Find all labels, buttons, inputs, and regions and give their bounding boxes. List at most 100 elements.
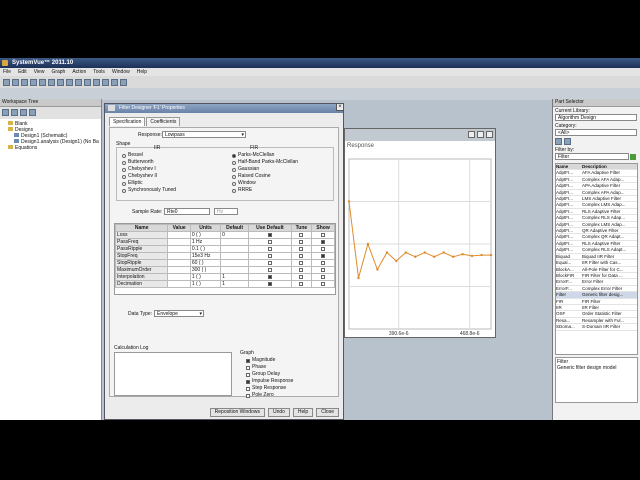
use-checkbox[interactable]: [267, 260, 272, 265]
show-checkbox[interactable]: [321, 232, 326, 237]
data-type-select[interactable]: Envelope ▾: [154, 310, 204, 317]
menu-item-help[interactable]: Help: [137, 68, 147, 76]
radio-button[interactable]: [122, 153, 126, 158]
graph-option[interactable]: Step Response: [246, 385, 293, 392]
save-icon[interactable]: [21, 78, 28, 86]
menu-item-view[interactable]: View: [34, 68, 45, 76]
tab-specification[interactable]: Specification: [109, 117, 146, 126]
delete-icon[interactable]: [20, 109, 27, 116]
use-checkbox[interactable]: [267, 281, 272, 286]
radio-option[interactable]: Chebyshev II: [122, 173, 176, 180]
tune-checkbox[interactable]: [299, 281, 304, 286]
library-row[interactable]: SDoma... S-Domain IIR Filter: [556, 324, 637, 331]
use-checkbox[interactable]: [267, 239, 272, 244]
menu-item-tools[interactable]: Tools: [93, 68, 105, 76]
use-checkbox[interactable]: [267, 232, 272, 237]
run-icon[interactable]: [102, 78, 109, 86]
tune-checkbox[interactable]: [299, 239, 304, 244]
show-checkbox[interactable]: [321, 274, 326, 279]
folder-icon[interactable]: [11, 109, 18, 116]
cut-icon[interactable]: [39, 78, 46, 86]
radio-option[interactable]: RRRE: [232, 187, 298, 194]
show-checkbox[interactable]: [321, 281, 326, 286]
grid-icon[interactable]: [93, 78, 100, 86]
graph-checkbox[interactable]: [246, 358, 250, 363]
graph-option[interactable]: Phase: [246, 364, 293, 371]
properties-icon[interactable]: [29, 109, 36, 116]
radio-button[interactable]: [122, 181, 126, 186]
show-checkbox[interactable]: [321, 267, 326, 272]
radio-button[interactable]: [122, 160, 126, 165]
paste-icon[interactable]: [57, 78, 64, 86]
filter-input[interactable]: Filter: [555, 153, 629, 160]
use-checkbox[interactable]: [267, 246, 272, 251]
radio-button[interactable]: [232, 160, 236, 165]
tune-checkbox[interactable]: [299, 260, 304, 265]
tune-checkbox[interactable]: [299, 267, 304, 272]
radio-button[interactable]: [232, 174, 236, 179]
minimize-icon[interactable]: [468, 131, 475, 138]
value-cell[interactable]: [167, 238, 191, 246]
radio-option[interactable]: Chebyshev I: [122, 166, 176, 173]
radio-option[interactable]: Synchronously Tuned: [122, 187, 176, 194]
table-row[interactable]: PassFreq 1 Hz: [115, 238, 335, 246]
redo-icon[interactable]: [75, 78, 82, 86]
value-cell[interactable]: [167, 280, 191, 288]
radio-option[interactable]: Parks-McClellan: [232, 152, 298, 159]
value-cell[interactable]: [167, 252, 191, 260]
tune-checkbox[interactable]: [299, 274, 304, 279]
current-library-select[interactable]: Algorithm Design: [555, 114, 637, 121]
radio-option[interactable]: Window: [232, 180, 298, 187]
filter-apply-icon[interactable]: [630, 153, 637, 160]
copy-icon[interactable]: [48, 78, 55, 86]
use-checkbox[interactable]: [267, 274, 272, 279]
table-icon[interactable]: [84, 78, 91, 86]
graph-checkbox[interactable]: [246, 393, 250, 398]
radio-option[interactable]: Half-Band Parks-McClellan: [232, 159, 298, 166]
library-edit-icon[interactable]: [564, 138, 571, 145]
use-checkbox[interactable]: [267, 267, 272, 272]
tab-coefficients[interactable]: Coefficients: [146, 117, 181, 126]
menu-item-edit[interactable]: Edit: [18, 68, 27, 76]
graph-option[interactable]: Pole Zero: [246, 392, 293, 399]
show-checkbox[interactable]: [321, 246, 326, 251]
undo-icon[interactable]: [66, 78, 73, 86]
tree-item[interactable]: Equations: [2, 145, 99, 151]
graph-option[interactable]: Magnitude: [246, 357, 293, 364]
maximize-icon[interactable]: [477, 131, 484, 138]
reposition-windows-button[interactable]: Reposition Windows: [209, 408, 265, 417]
tune-checkbox[interactable]: [299, 232, 304, 237]
radio-button[interactable]: [122, 174, 126, 179]
use-checkbox[interactable]: [267, 253, 272, 258]
graph-checkbox[interactable]: [246, 379, 250, 384]
value-cell[interactable]: [167, 231, 191, 239]
tune-checkbox[interactable]: [299, 246, 304, 251]
radio-option[interactable]: Elliptic: [122, 180, 176, 187]
undo-button[interactable]: Undo: [267, 408, 290, 417]
new-icon[interactable]: [3, 78, 10, 86]
close-icon[interactable]: [486, 131, 493, 138]
tune-checkbox[interactable]: [299, 253, 304, 258]
table-row[interactable]: Loss 0 ( ) 0: [115, 231, 335, 239]
table-row[interactable]: PassRipple 0.1 ( ): [115, 245, 335, 253]
menu-item-graph[interactable]: Graph: [51, 68, 65, 76]
tune-icon[interactable]: [120, 78, 127, 86]
category-select[interactable]: <All>: [555, 129, 637, 136]
radio-button[interactable]: [232, 167, 236, 172]
radio-button[interactable]: [232, 188, 236, 193]
graph-checkbox[interactable]: [246, 365, 250, 370]
help-button[interactable]: Help: [292, 408, 314, 417]
response-select[interactable]: Lowpass ▾: [162, 131, 246, 138]
radio-button[interactable]: [122, 188, 126, 193]
open-icon[interactable]: [12, 78, 19, 86]
radio-option[interactable]: Raised Cosine: [232, 173, 298, 180]
table-row[interactable]: Interpolation 1 ( ) 1: [115, 273, 335, 281]
graph-checkbox[interactable]: [246, 372, 250, 377]
radio-option[interactable]: Gaussian: [232, 166, 298, 173]
library-add-icon[interactable]: [555, 138, 562, 145]
radio-button[interactable]: [232, 181, 236, 186]
show-checkbox[interactable]: [321, 253, 326, 258]
value-cell[interactable]: [167, 245, 191, 253]
table-row[interactable]: Decimation 1 ( ) 1: [115, 280, 335, 288]
radio-button[interactable]: [122, 167, 126, 172]
